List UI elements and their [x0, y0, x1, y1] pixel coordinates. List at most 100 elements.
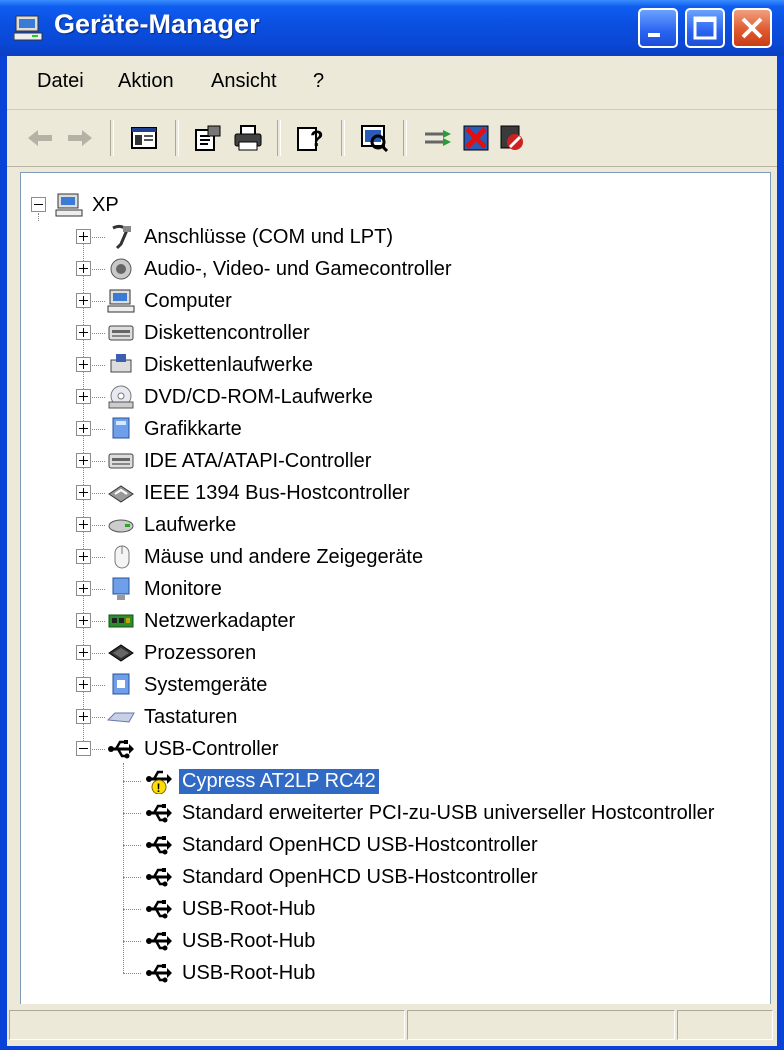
toolbar: ?	[7, 110, 777, 167]
menu-ansicht[interactable]: Ansicht	[211, 70, 277, 93]
tree-node-device[interactable]: Standard OpenHCD USB-Hostcontroller	[143, 829, 541, 861]
tree-node-selected-device[interactable]: ! Cypress AT2LP RC42	[143, 765, 380, 797]
usb-icon	[143, 799, 175, 827]
device-tree[interactable]: XP Anschlüsse (COM und LPT) Audio-, Video-…	[20, 172, 771, 1042]
update-driver-icon[interactable]	[421, 121, 455, 155]
expand-toggle[interactable]	[76, 613, 91, 628]
minimize-button[interactable]	[638, 8, 678, 48]
tree-node-device[interactable]: Standard erweiterter PCI-zu-USB universe…	[143, 797, 717, 829]
tree-node-category[interactable]: Computer	[105, 285, 235, 317]
computer-icon	[105, 287, 137, 315]
collapse-usb-toggle[interactable]	[76, 741, 91, 756]
tree-node-category[interactable]: Netzwerkadapter	[105, 605, 298, 637]
uninstall-icon[interactable]	[459, 121, 493, 155]
tree-node-label: Standard OpenHCD USB-Hostcontroller	[182, 865, 538, 888]
usb-warning-icon: !	[143, 767, 175, 795]
tree-node-category[interactable]: Anschlüsse (COM und LPT)	[105, 221, 396, 253]
expand-toggle[interactable]	[76, 229, 91, 244]
menu-help[interactable]: ?	[313, 70, 324, 93]
expand-toggle[interactable]	[76, 453, 91, 468]
expand-toggle[interactable]	[76, 357, 91, 372]
network-card-icon	[105, 607, 137, 635]
expand-toggle[interactable]	[76, 677, 91, 692]
tree-node-category[interactable]: Laufwerke	[105, 509, 239, 541]
controller-icon	[105, 447, 137, 475]
console-tree-icon[interactable]	[127, 121, 161, 155]
tree-node-category[interactable]: Prozessoren	[105, 637, 259, 669]
cpu-icon	[105, 639, 137, 667]
status-panel-right	[677, 1010, 773, 1040]
menu-aktion[interactable]: Aktion	[118, 70, 174, 93]
tree-node-category[interactable]: Diskettenlaufwerke	[105, 349, 316, 381]
controller-icon	[105, 319, 137, 347]
expand-toggle[interactable]	[76, 421, 91, 436]
expand-toggle[interactable]	[76, 581, 91, 596]
tree-node-category[interactable]: DVD/CD-ROM-Laufwerke	[105, 381, 376, 413]
print-icon[interactable]	[231, 121, 265, 155]
usb-icon	[105, 735, 137, 763]
maximize-button[interactable]	[685, 8, 725, 48]
tree-node-label: Audio-, Video- und Gamecontroller	[144, 257, 452, 280]
tree-node-label: Netzwerkadapter	[144, 609, 296, 632]
properties-icon[interactable]	[191, 121, 225, 155]
tree-node-category[interactable]: Tastaturen	[105, 701, 240, 733]
expand-toggle[interactable]	[76, 389, 91, 404]
tree-node-category[interactable]: Mäuse und andere Zeigegeräte	[105, 541, 426, 573]
tree-node-label: Anschlüsse (COM und LPT)	[144, 225, 393, 248]
tree-node-device[interactable]: USB-Root-Hub	[143, 957, 318, 989]
tree-node-label: USB-Root-Hub	[182, 961, 316, 984]
expand-toggle[interactable]	[76, 645, 91, 660]
svg-text:?: ?	[310, 126, 323, 151]
tree-node-category[interactable]: IDE ATA/ATAPI-Controller	[105, 445, 374, 477]
tree-node-label: USB-Root-Hub	[182, 929, 316, 952]
firewire-icon	[105, 479, 137, 507]
tree-node-label: Laufwerke	[144, 513, 237, 536]
tree-node-category[interactable]: Monitore	[105, 573, 225, 605]
expand-toggle[interactable]	[76, 517, 91, 532]
expand-toggle[interactable]	[76, 293, 91, 308]
cdrom-icon	[105, 383, 137, 411]
tree-node-label: IEEE 1394 Bus-Hostcontroller	[144, 481, 410, 504]
status-panel-secondary	[407, 1010, 675, 1040]
floppy-icon	[105, 351, 137, 379]
tree-node-root[interactable]: XP	[53, 189, 122, 221]
status-panel-main	[9, 1010, 405, 1040]
usb-icon	[143, 863, 175, 891]
client-area: Datei Aktion Ansicht ? ? XP Anschlüsse (…	[7, 56, 777, 1046]
tree-node-label: Standard OpenHCD USB-Hostcontroller	[182, 833, 538, 856]
tree-node-device[interactable]: USB-Root-Hub	[143, 893, 318, 925]
tree-node-category[interactable]: USB-Controller	[105, 733, 281, 765]
usb-icon	[143, 895, 175, 923]
forward-icon[interactable]	[63, 121, 97, 155]
tree-node-category[interactable]: Diskettencontroller	[105, 317, 313, 349]
expand-toggle[interactable]	[76, 709, 91, 724]
help-icon[interactable]: ?	[293, 121, 327, 155]
disable-device-icon[interactable]	[495, 121, 529, 155]
menu-datei[interactable]: Datei	[37, 70, 84, 93]
back-icon[interactable]	[23, 121, 57, 155]
tree-node-device[interactable]: Standard OpenHCD USB-Hostcontroller	[143, 861, 541, 893]
mouse-icon	[105, 543, 137, 571]
tree-node-category[interactable]: Audio-, Video- und Gamecontroller	[105, 253, 455, 285]
close-button[interactable]	[732, 8, 772, 48]
usb-icon	[143, 959, 175, 987]
title-bar[interactable]: Geräte-Manager	[0, 0, 784, 56]
display-adapter-icon	[105, 415, 137, 443]
tree-node-label: Monitore	[144, 577, 222, 600]
tree-node-category[interactable]: IEEE 1394 Bus-Hostcontroller	[105, 477, 413, 509]
keyboard-icon	[105, 703, 137, 731]
expand-toggle[interactable]	[76, 261, 91, 276]
expand-toggle[interactable]	[76, 549, 91, 564]
scan-hardware-icon[interactable]	[357, 121, 391, 155]
expand-toggle[interactable]	[76, 325, 91, 340]
speaker-icon	[105, 255, 137, 283]
tree-node-label: Prozessoren	[144, 641, 257, 664]
computer-icon	[53, 191, 85, 219]
tree-node-category[interactable]: Grafikkarte	[105, 413, 245, 445]
tree-node-label: Standard erweiterter PCI-zu-USB universe…	[182, 801, 715, 824]
expand-toggle[interactable]	[76, 485, 91, 500]
collapse-root-toggle[interactable]	[31, 197, 46, 212]
tree-node-label: Diskettenlaufwerke	[144, 353, 313, 376]
tree-node-category[interactable]: Systemgeräte	[105, 669, 270, 701]
tree-node-device[interactable]: USB-Root-Hub	[143, 925, 318, 957]
